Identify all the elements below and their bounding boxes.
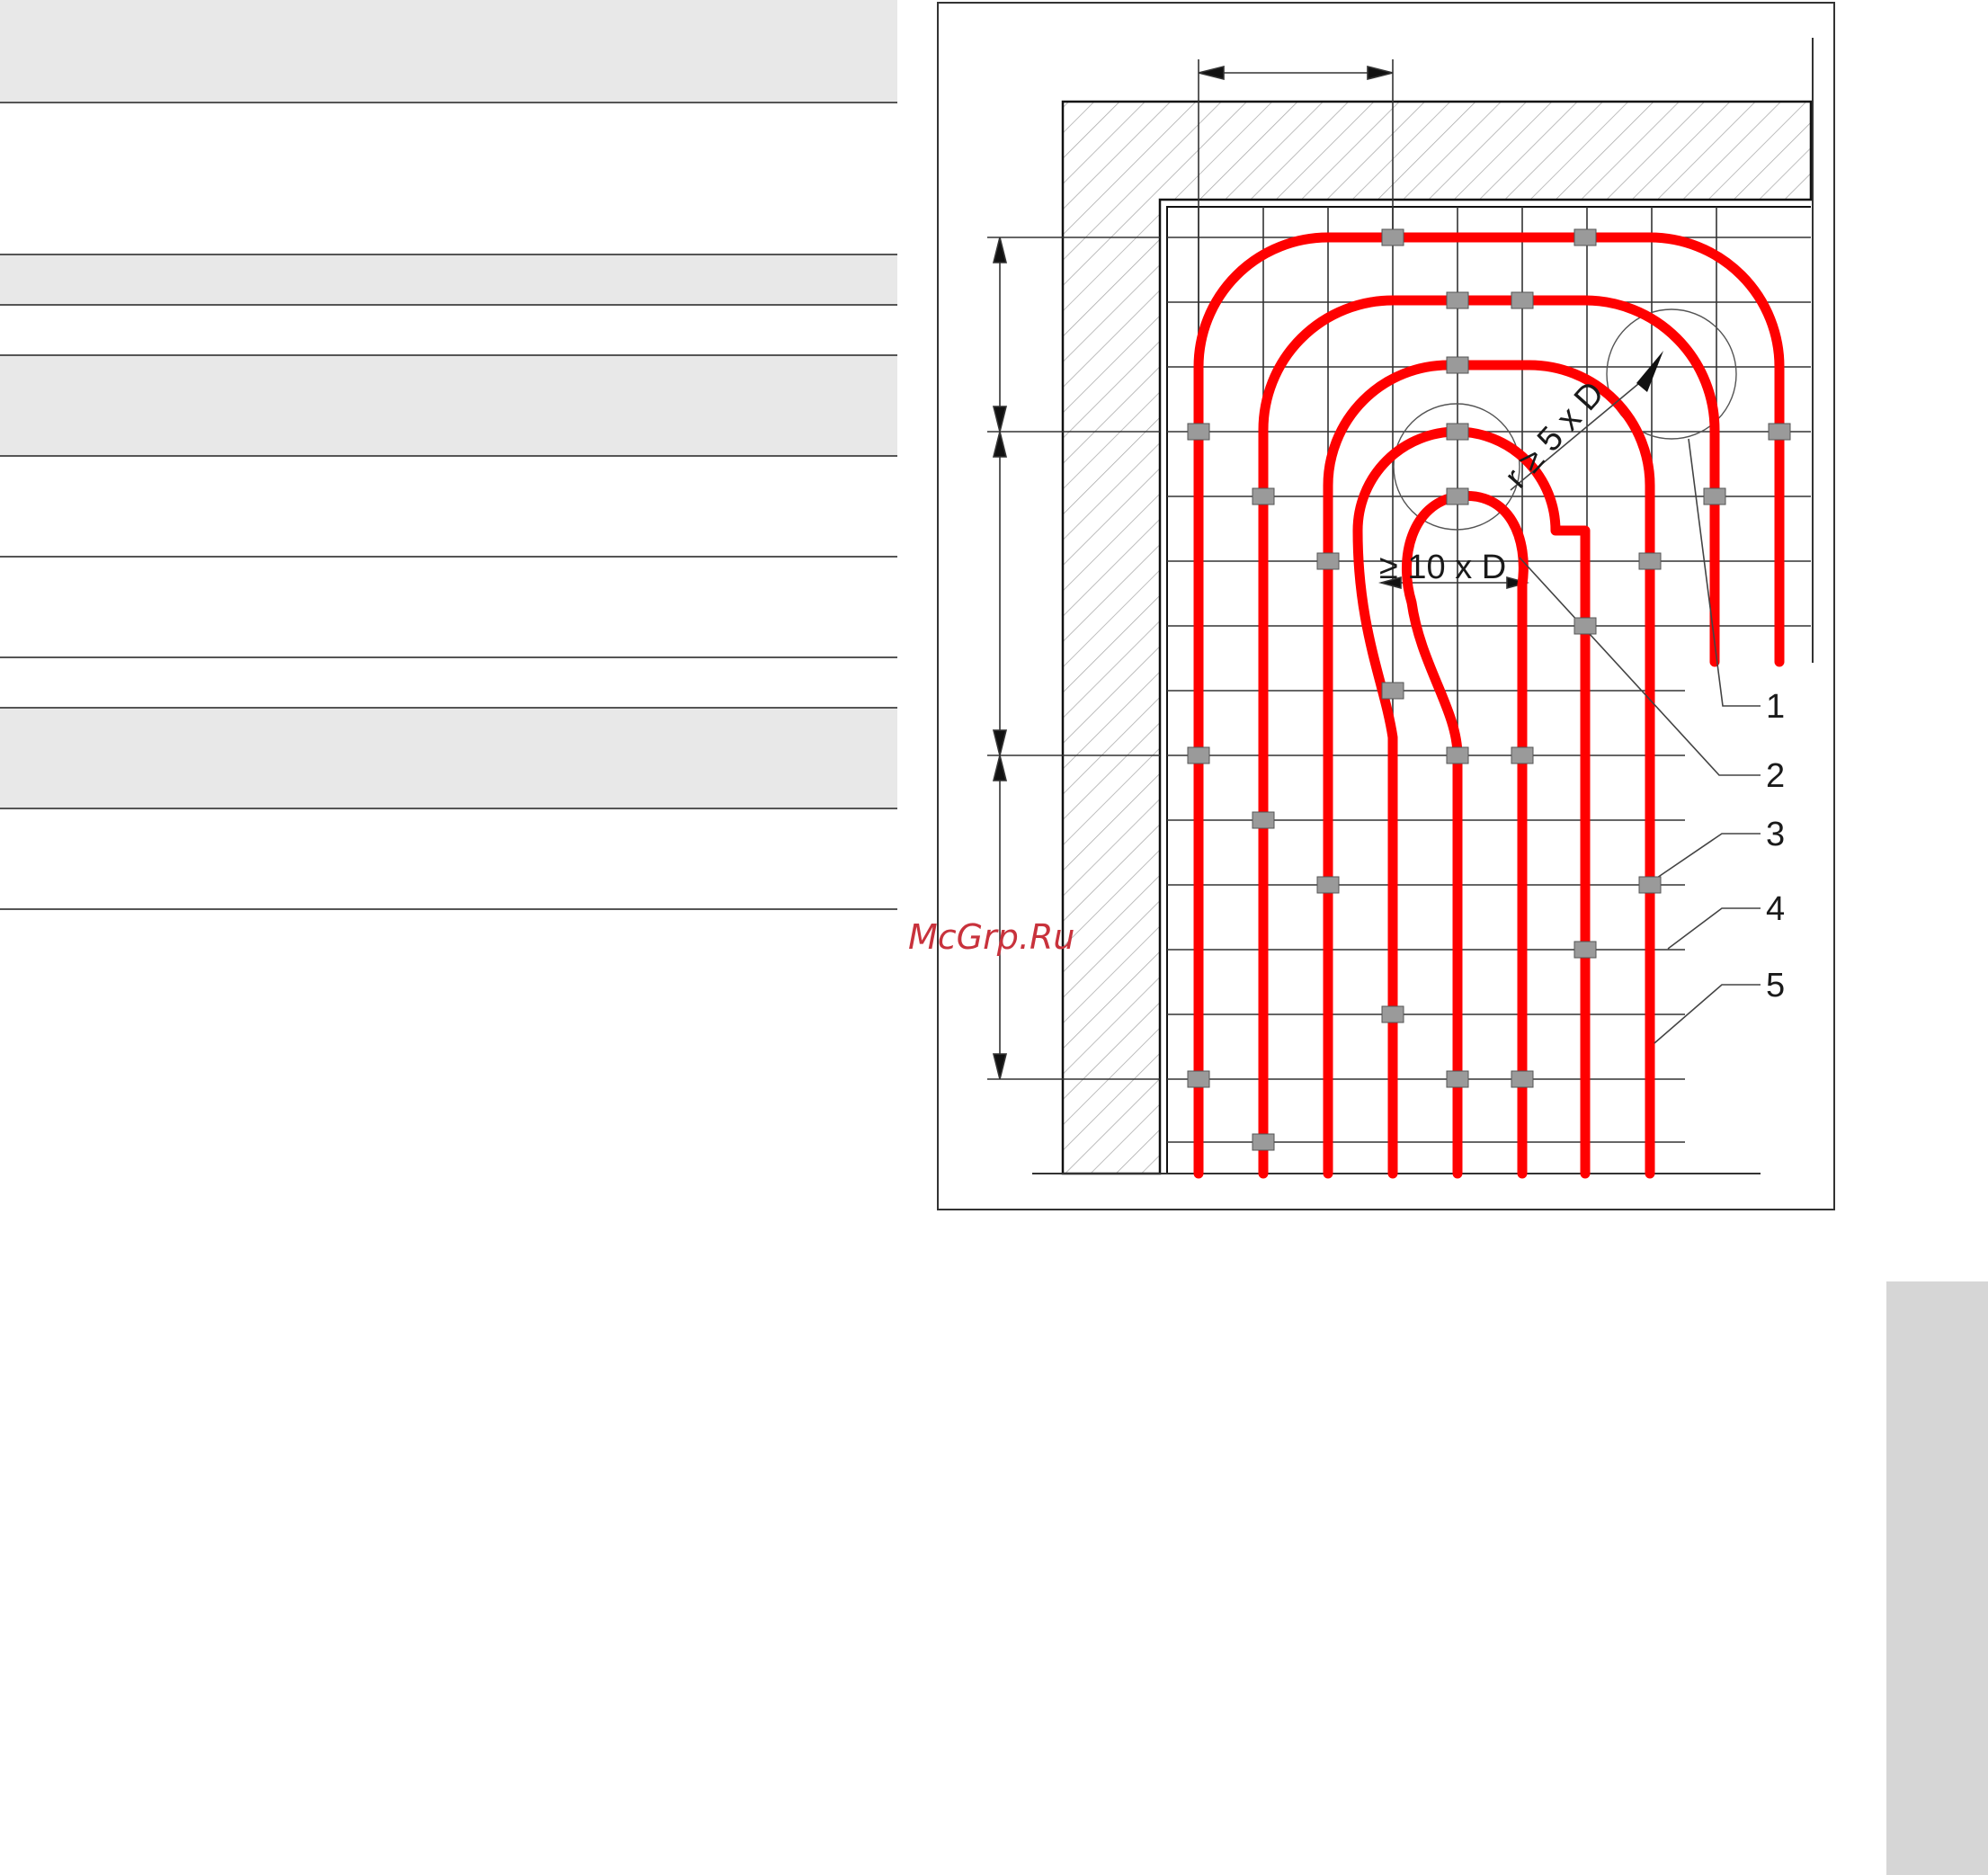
callout-3: 3 bbox=[1766, 816, 1785, 853]
pipe-clip bbox=[1511, 291, 1534, 309]
pipe-clip bbox=[1511, 746, 1534, 764]
pipe-clip bbox=[1446, 356, 1469, 374]
pipe-clip bbox=[1187, 1070, 1210, 1088]
pipe-clip bbox=[1573, 941, 1597, 959]
pipe-clip bbox=[1381, 228, 1404, 246]
pipe-clip bbox=[1703, 487, 1726, 505]
spacing-label: ≥ 10 x D bbox=[1379, 549, 1506, 586]
pipe-clip bbox=[1381, 1005, 1404, 1023]
pipe-clip bbox=[1316, 876, 1340, 894]
pipe-clip bbox=[1446, 291, 1469, 309]
heating-pipes bbox=[1193, 232, 1785, 1179]
pipe-clip bbox=[1768, 423, 1791, 441]
heating-pipe bbox=[1352, 426, 1591, 1179]
pipe-clip bbox=[1381, 682, 1404, 700]
pipe-clip bbox=[1638, 552, 1662, 570]
callout-1: 1 bbox=[1766, 688, 1785, 726]
callout-4: 4 bbox=[1766, 890, 1785, 928]
pipe-clip bbox=[1446, 746, 1469, 764]
pipe-clip bbox=[1638, 876, 1662, 894]
pipe-clip bbox=[1187, 746, 1210, 764]
callout-5: 5 bbox=[1766, 967, 1785, 1004]
pipe-clip bbox=[1316, 552, 1340, 570]
pipe-clip bbox=[1446, 423, 1469, 441]
heating-pipe bbox=[1323, 360, 1655, 1179]
pipe-clip bbox=[1573, 228, 1597, 246]
heating-pipe bbox=[1193, 232, 1785, 1179]
pipe-clip bbox=[1511, 1070, 1534, 1088]
pipe-clip bbox=[1252, 811, 1275, 829]
side-tab bbox=[1886, 1281, 1988, 1875]
callout-2: 2 bbox=[1766, 757, 1785, 795]
pipe-clip bbox=[1446, 487, 1469, 505]
pipe-clip bbox=[1252, 487, 1275, 505]
radius-arrow-head bbox=[1636, 351, 1663, 392]
pipe-clip bbox=[1573, 617, 1597, 635]
pipe-clip bbox=[1187, 423, 1210, 441]
leader-lines bbox=[1510, 370, 1761, 1044]
watermark: McGrp.Ru bbox=[908, 917, 1075, 957]
wall-section bbox=[1061, 100, 1813, 1175]
pipe-clip bbox=[1252, 1133, 1275, 1151]
radius-label: r ≥ 5 x D bbox=[1497, 374, 1611, 496]
pipe-clip bbox=[1446, 1070, 1469, 1088]
